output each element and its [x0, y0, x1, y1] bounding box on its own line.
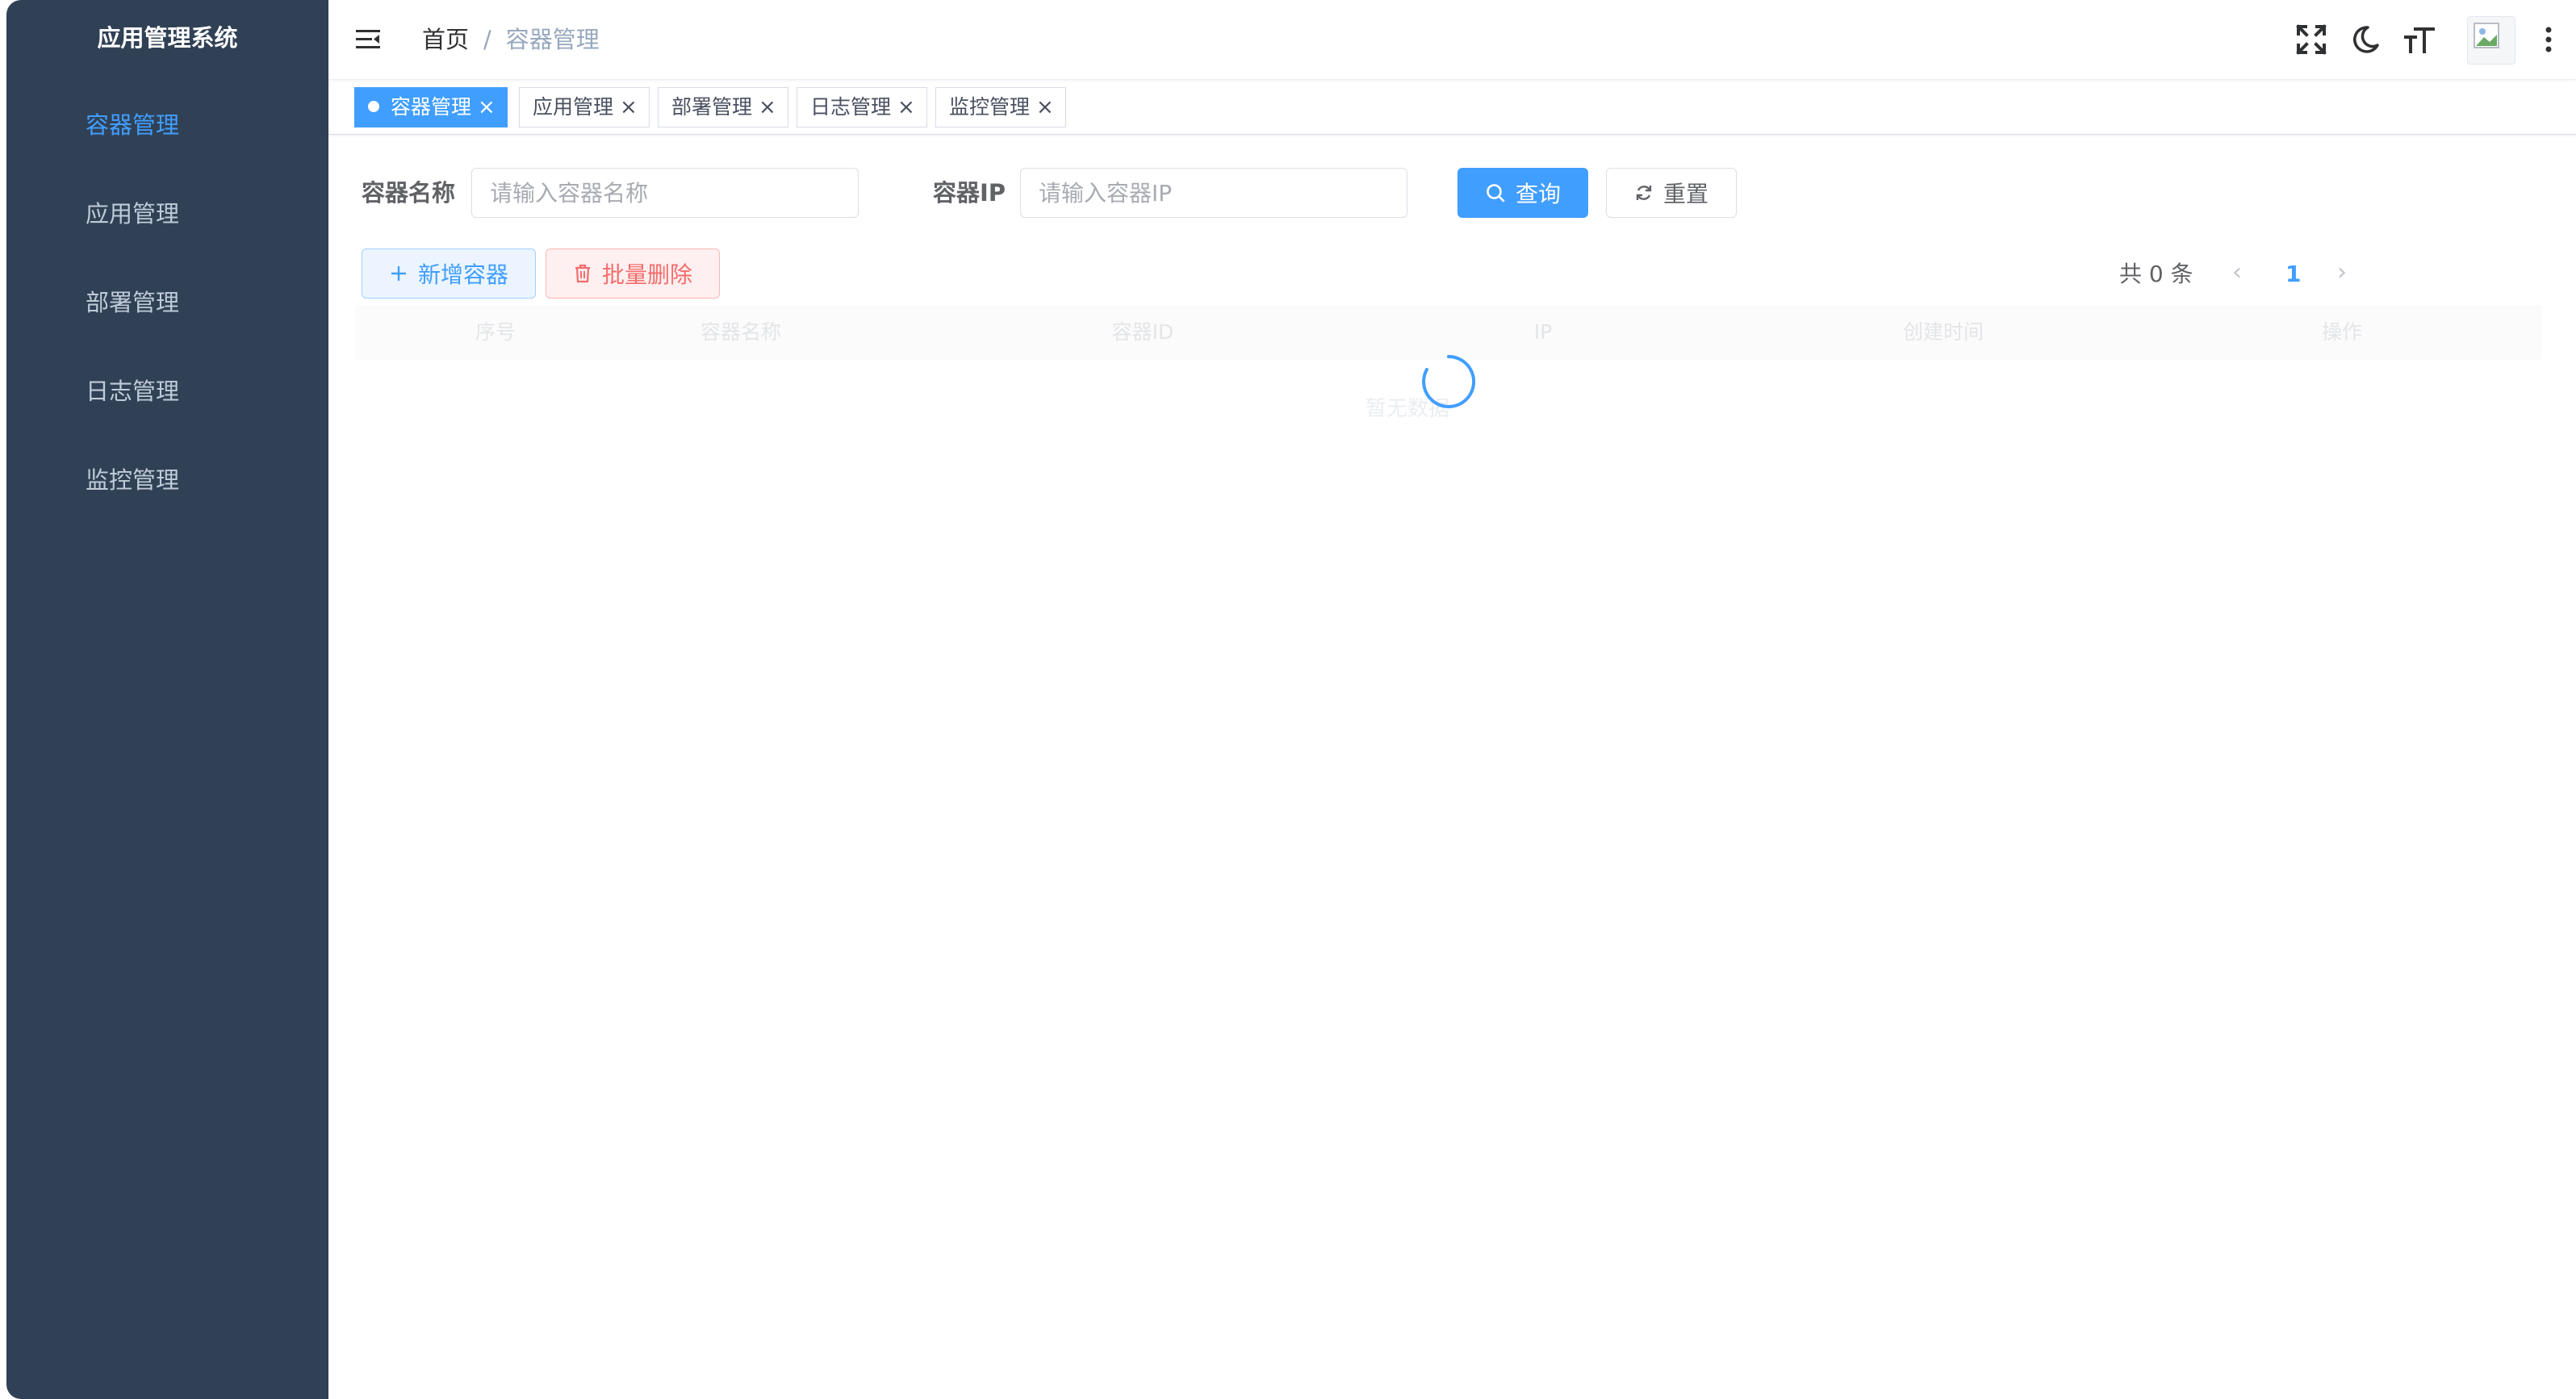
sidebar-item-log[interactable]: 日志管理 — [6, 347, 328, 436]
add-container-label: 新增容器 — [417, 261, 508, 288]
hamburger-icon[interactable] — [354, 26, 382, 53]
page-number-current[interactable]: 1 — [2285, 258, 2301, 290]
tag-label: 部署管理 — [671, 95, 753, 119]
tag-monitor[interactable]: 监控管理 × — [935, 87, 1066, 127]
tag-log[interactable]: 日志管理 × — [797, 87, 927, 127]
close-icon[interactable]: × — [620, 88, 638, 127]
breadcrumb-home[interactable]: 首页 — [422, 26, 469, 53]
close-icon[interactable]: × — [759, 88, 776, 127]
reset-button-label: 重置 — [1662, 181, 1708, 207]
container-name-label: 容器名称 — [362, 179, 456, 207]
tag-deployment[interactable]: 部署管理 × — [658, 87, 788, 127]
breadcrumb: 首页 / 容器管理 — [422, 23, 600, 56]
tag-label: 容器管理 — [391, 95, 472, 119]
column-header-actions: 操作 — [2321, 320, 2363, 344]
avatar[interactable] — [2467, 16, 2515, 65]
breadcrumb-separator: / — [483, 26, 491, 53]
close-icon[interactable]: × — [897, 88, 915, 127]
table-header: 序号 容器名称 容器ID IP 创建时间 操作 — [355, 305, 2542, 360]
column-header-index: 序号 — [475, 320, 516, 344]
tag-container[interactable]: 容器管理 × — [354, 87, 508, 127]
prev-page-button[interactable]: ‹ — [2232, 257, 2242, 289]
plus-icon — [391, 266, 406, 281]
sidebar-item-container[interactable]: 容器管理 — [6, 81, 328, 169]
moon-icon[interactable] — [2348, 23, 2382, 56]
header-navbar: 首页 / 容器管理 — [328, 0, 2576, 80]
loading-spinner-icon — [1422, 354, 1476, 408]
column-header-ip: IP — [1533, 320, 1553, 344]
close-icon[interactable]: × — [478, 88, 496, 127]
sidebar: 应用管理系统 容器管理 应用管理 部署管理 日志管理 监控管理 — [6, 0, 328, 1399]
fullscreen-icon[interactable] — [2294, 23, 2328, 56]
breadcrumb-current: 容器管理 — [505, 26, 600, 53]
trash-icon — [575, 264, 590, 283]
sidebar-item-monitor[interactable]: 监控管理 — [6, 436, 328, 524]
container-ip-label: 容器IP — [933, 179, 1006, 207]
font-size-icon[interactable] — [2402, 23, 2436, 56]
next-page-button[interactable]: › — [2337, 257, 2347, 289]
close-icon[interactable]: × — [1036, 88, 1054, 127]
tag-application[interactable]: 应用管理 × — [519, 87, 650, 127]
column-header-container-id: 容器ID — [1111, 320, 1174, 344]
column-header-container-name: 容器名称 — [700, 320, 782, 344]
column-header-created-time: 创建时间 — [1902, 320, 1984, 344]
tag-label: 监控管理 — [949, 95, 1031, 119]
query-button[interactable]: 查询 — [1457, 168, 1588, 218]
app-title: 应用管理系统 — [97, 24, 238, 52]
query-button-label: 查询 — [1515, 181, 1561, 207]
batch-delete-button[interactable]: 批量删除 — [546, 248, 720, 299]
sidebar-item-deployment[interactable]: 部署管理 — [6, 258, 328, 347]
search-icon — [1487, 184, 1505, 203]
reset-button[interactable]: 重置 — [1606, 168, 1737, 218]
broken-image-icon — [2474, 23, 2499, 48]
refresh-icon — [1636, 186, 1652, 200]
more-vertical-icon[interactable] — [2532, 23, 2566, 56]
batch-delete-label: 批量删除 — [601, 261, 692, 288]
container-name-input[interactable] — [471, 168, 859, 218]
tags-view: 容器管理 × 应用管理 × 部署管理 × 日志管理 × 监控管理 × — [328, 79, 2576, 135]
pagination-total: 共 0 条 — [2119, 261, 2193, 287]
container-ip-input[interactable] — [1020, 168, 1407, 218]
sidebar-item-application[interactable]: 应用管理 — [6, 169, 328, 258]
tag-label: 日志管理 — [810, 95, 892, 119]
add-container-button[interactable]: 新增容器 — [362, 248, 536, 299]
tag-label: 应用管理 — [533, 95, 614, 119]
active-dot-icon — [368, 101, 379, 112]
